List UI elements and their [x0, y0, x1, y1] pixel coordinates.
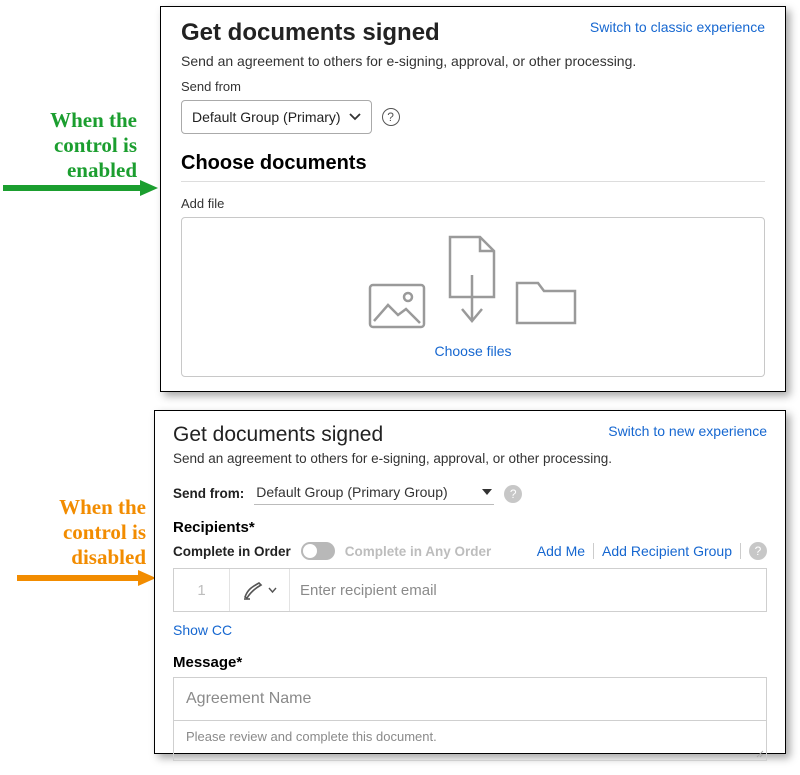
message-heading: Message*	[173, 654, 767, 671]
folder-icon	[514, 279, 578, 329]
page-title: Get documents signed	[181, 19, 440, 47]
complete-in-order-label: Complete in Order	[173, 544, 291, 559]
add-file-label: Add file	[181, 196, 765, 211]
choose-files-link[interactable]: Choose files	[434, 343, 511, 359]
page-title: Get documents signed	[173, 423, 383, 447]
add-me-link[interactable]: Add Me	[537, 543, 585, 559]
help-icon[interactable]: ?	[382, 108, 400, 126]
help-icon[interactable]: ?	[749, 542, 767, 560]
show-cc-link[interactable]: Show CC	[173, 622, 767, 638]
help-icon[interactable]: ?	[504, 485, 522, 503]
chevron-down-icon	[268, 586, 277, 595]
caret-down-icon	[482, 489, 492, 495]
recipients-heading: Recipients*	[173, 519, 767, 536]
chevron-down-icon	[349, 111, 361, 123]
resize-handle-icon[interactable]	[754, 748, 764, 758]
choose-documents-heading: Choose documents	[181, 152, 765, 175]
send-from-dropdown[interactable]: Default Group (Primary)	[181, 100, 372, 134]
recipient-role-selector[interactable]	[230, 569, 290, 611]
page-subtitle: Send an agreement to others for e-signin…	[173, 451, 767, 466]
complete-any-order-label: Complete in Any Order	[345, 544, 492, 559]
annotation-disabled: When the control is disabled	[14, 495, 146, 571]
divider	[593, 543, 594, 559]
send-from-value: Default Group (Primary)	[192, 109, 341, 125]
arrow-orange-icon	[14, 568, 158, 588]
send-from-label: Send from	[181, 79, 765, 94]
send-from-dropdown[interactable]: Default Group (Primary Group)	[254, 482, 494, 505]
switch-experience-link[interactable]: Switch to new experience	[608, 423, 767, 439]
order-toggle[interactable]	[301, 542, 335, 560]
recipient-email-input[interactable]: Enter recipient email	[290, 569, 766, 611]
send-from-value: Default Group (Primary Group)	[256, 484, 447, 500]
arrow-green-icon	[0, 178, 160, 198]
file-dropzone[interactable]: Choose files	[181, 217, 765, 377]
image-icon	[368, 283, 426, 329]
switch-experience-link[interactable]: Switch to classic experience	[590, 19, 765, 35]
toggle-knob	[303, 544, 317, 558]
panel-disabled: Get documents signed Switch to new exper…	[154, 410, 786, 754]
page-subtitle: Send an agreement to others for e-signin…	[181, 53, 765, 69]
add-recipient-group-link[interactable]: Add Recipient Group	[602, 543, 732, 559]
divider	[181, 181, 765, 182]
agreement-name-input[interactable]: Agreement Name	[173, 677, 767, 721]
pen-icon	[242, 579, 264, 601]
agreement-message-placeholder: Please review and complete this document…	[186, 729, 437, 744]
annotation-enabled: When the control is enabled	[0, 108, 137, 184]
panel-enabled: Get documents signed Switch to classic e…	[160, 6, 786, 392]
agreement-message-textarea[interactable]: Please review and complete this document…	[173, 721, 767, 761]
document-download-icon	[440, 235, 500, 329]
recipient-order-number: 1	[174, 569, 230, 611]
send-from-label: Send from:	[173, 486, 244, 501]
divider	[740, 543, 741, 559]
recipient-row: 1 Enter recipient email	[173, 568, 767, 612]
